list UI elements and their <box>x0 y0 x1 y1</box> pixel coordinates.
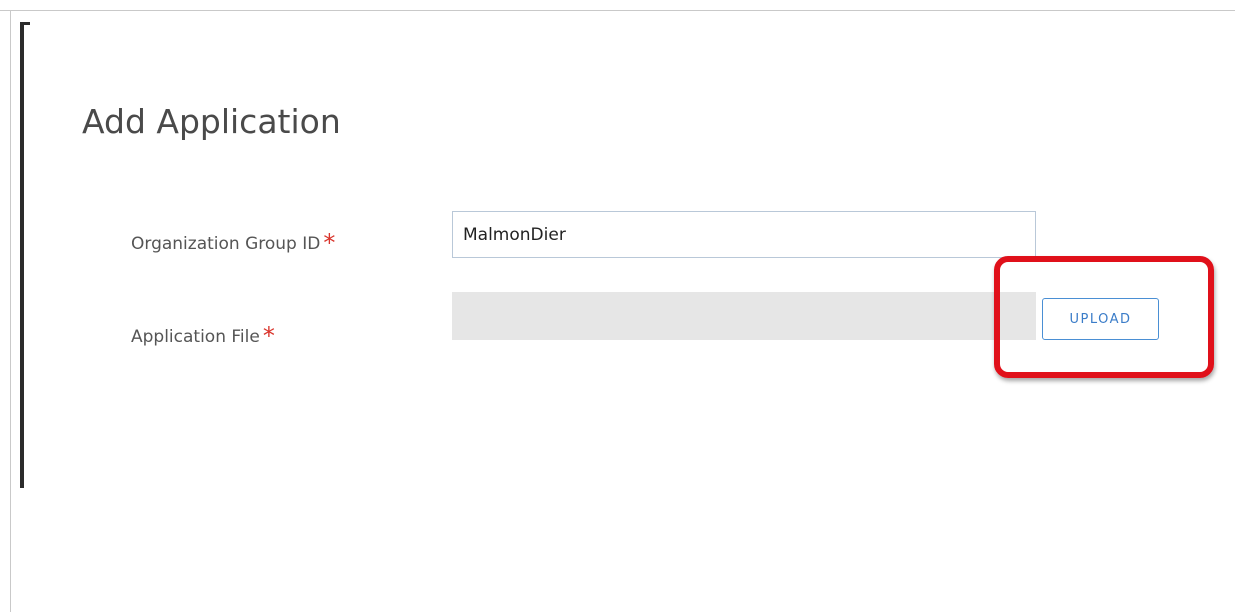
org-group-id-label: Organization Group ID * <box>131 227 336 257</box>
application-file-label: Application File * <box>131 320 275 350</box>
org-group-id-input[interactable] <box>452 211 1036 258</box>
dialog-left-border <box>20 22 24 488</box>
application-file-field[interactable] <box>452 292 1036 340</box>
application-file-label-text: Application File <box>131 327 260 347</box>
frame-top-divider <box>0 10 1235 11</box>
upload-button[interactable]: UPLOAD <box>1042 298 1159 340</box>
screenshot: Add Application Organization Group ID* A… <box>0 0 1235 612</box>
add-application-dialog: Add Application Organization Group ID* A… <box>20 22 1220 488</box>
required-asterisk-icon: * <box>323 229 336 257</box>
dialog-top-border <box>20 22 30 25</box>
org-group-id-label-text: Organization Group ID <box>131 234 321 254</box>
frame-left-divider <box>10 10 11 612</box>
required-asterisk-icon: * <box>262 322 275 350</box>
page-title: Add Application <box>82 102 341 142</box>
